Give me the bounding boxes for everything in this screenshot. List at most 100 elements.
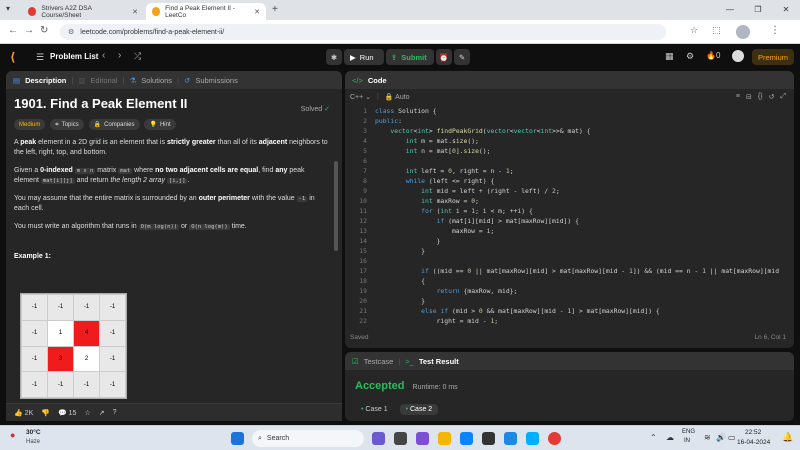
weather-alert-icon[interactable]: ● — [10, 430, 15, 440]
debug-button[interactable]: ✱ — [326, 49, 342, 65]
clock-time[interactable]: 22:52 — [745, 429, 761, 436]
bookmark-icon[interactable]: ⊟ — [746, 93, 752, 101]
submit-button[interactable]: ⇪ Submit — [386, 49, 434, 65]
close-icon[interactable]: ✕ — [132, 8, 138, 16]
close-icon[interactable]: ✕ — [254, 8, 260, 16]
code-line[interactable]: right = mid - 1; — [375, 317, 499, 325]
description-scrollbar[interactable] — [334, 161, 338, 251]
file-explorer-icon[interactable] — [438, 432, 451, 445]
favorite-star-icon[interactable]: ☆ — [84, 409, 90, 417]
tab-solutions[interactable]: Solutions — [141, 76, 172, 85]
code-line[interactable]: else if (mid > 0 && mat[maxRow][mid - 1]… — [375, 307, 660, 315]
vscode-icon[interactable] — [526, 432, 539, 445]
code-line[interactable]: maxRow = i; — [375, 227, 494, 235]
braces-icon[interactable]: {} — [758, 93, 763, 101]
code-line[interactable]: int maxRow = 0; — [375, 197, 479, 205]
tab-description[interactable]: Description — [25, 76, 66, 85]
leetcode-logo[interactable]: ⟨ — [10, 50, 15, 64]
code-editor[interactable]: 1 class Solution {2 public: 3 vector<int> f… — [345, 107, 794, 329]
code-line[interactable]: int m = mat.size(); — [375, 137, 479, 145]
teams-icon[interactable] — [416, 432, 429, 445]
premium-button[interactable]: Premium — [752, 49, 794, 65]
next-problem-button[interactable]: › — [118, 50, 121, 61]
dislike-icon[interactable]: 👎 — [41, 409, 50, 417]
topics-chip[interactable]: ⌗ Topics — [50, 119, 84, 130]
case-2-button[interactable]: • Case 2 — [399, 404, 439, 415]
code-line[interactable]: } — [375, 297, 425, 305]
code-line[interactable]: class Solution { — [375, 107, 437, 115]
speaker-icon[interactable]: 🔊 — [716, 433, 726, 442]
reset-icon[interactable]: ↺ — [769, 93, 775, 101]
autocomplete-mode[interactable]: 🔒 Auto — [385, 93, 410, 101]
fullscreen-icon[interactable]: ⤢ — [780, 93, 786, 101]
clock-date[interactable]: 16-04-2024 — [737, 439, 770, 446]
task-view-icon[interactable] — [394, 432, 407, 445]
reload-button[interactable]: ↻ — [40, 25, 48, 36]
case-1-button[interactable]: • Case 1 — [355, 404, 394, 415]
like-button[interactable]: 👍 2K — [14, 409, 33, 417]
tab-editorial[interactable]: Editorial — [90, 76, 117, 85]
tab-testcase[interactable]: Testcase — [364, 357, 394, 366]
cloud-icon[interactable]: ☁ — [666, 433, 674, 442]
bookmark-star-icon[interactable]: ☆ — [690, 25, 698, 36]
browser-tab-leetcode[interactable]: Find a Peak Element II - LeetCo ✕ — [146, 3, 266, 20]
code-line[interactable]: if (mat[i][mid] > mat[maxRow][mid]) { — [375, 217, 579, 225]
edge-icon[interactable] — [460, 432, 473, 445]
tray-chevron-icon[interactable]: ⌃ — [650, 433, 657, 442]
tab-search-icon[interactable]: ▾ — [6, 4, 10, 13]
browser-tab-strivers[interactable]: Strivers A2Z DSA Course/Sheet ✕ — [22, 3, 144, 20]
code-line[interactable]: while (left <= right) { — [375, 177, 495, 185]
battery-icon[interactable]: ▭ — [728, 433, 736, 442]
layout-grid-icon[interactable]: ▦ — [665, 51, 674, 62]
comments-button[interactable]: 💬 15 — [58, 409, 76, 417]
prev-problem-button[interactable]: ‹ — [102, 50, 105, 61]
code-line[interactable]: return {maxRow, mid}; — [375, 287, 518, 295]
notes-button[interactable]: ✎ — [454, 49, 470, 65]
companies-chip[interactable]: 🔒 Companies — [88, 119, 140, 130]
code-line[interactable]: public: — [375, 117, 402, 125]
app-icon[interactable] — [504, 432, 517, 445]
settings-gear-icon[interactable]: ⚙ — [686, 51, 694, 62]
code-line[interactable]: int mid = left + (right - left) / 2; — [375, 187, 560, 195]
weather-desc[interactable]: Haze — [26, 439, 40, 445]
extensions-icon[interactable]: ⬚ — [712, 25, 721, 36]
code-line[interactable]: } — [375, 247, 425, 255]
problem-title[interactable]: 1901. Find a Peak Element II — [14, 97, 330, 110]
chrome-icon[interactable] — [548, 432, 561, 445]
problem-list-link[interactable]: Problem List — [50, 52, 98, 61]
shuffle-icon[interactable]: ⤮ — [134, 51, 141, 62]
region-code[interactable]: IN — [684, 438, 690, 444]
back-button[interactable]: ← — [8, 25, 18, 36]
wifi-icon[interactable]: ≋ — [704, 433, 711, 442]
maximize-button[interactable]: ❐ — [744, 0, 772, 20]
taskbar-search[interactable]: ⌕ Search — [252, 430, 364, 447]
notifications-icon[interactable]: 🔔 — [782, 432, 793, 443]
site-info-icon[interactable]: ⚙ — [68, 28, 74, 36]
code-line[interactable]: { — [375, 277, 425, 285]
copilot-icon[interactable] — [372, 432, 385, 445]
windows-start-icon[interactable] — [231, 432, 244, 445]
share-icon[interactable]: ↗ — [99, 409, 105, 417]
profile-avatar[interactable] — [736, 25, 750, 39]
forward-button[interactable]: → — [24, 25, 34, 36]
url-field[interactable]: ⚙ leetcode.com/problems/find-a-peak-elem… — [60, 24, 666, 40]
hint-chip[interactable]: 💡 Hint — [144, 119, 176, 130]
tab-test-result[interactable]: Test Result — [419, 357, 459, 366]
minimize-button[interactable]: — — [716, 0, 744, 20]
tab-submissions[interactable]: Submissions — [195, 76, 238, 85]
code-line[interactable]: vector<int> findPeakGrid(vector<vector<i… — [375, 127, 590, 135]
user-avatar[interactable] — [732, 50, 744, 62]
new-tab-button[interactable]: + — [272, 4, 278, 15]
code-line[interactable]: int left = 0, right = n - 1; — [375, 167, 514, 175]
run-button[interactable]: ▶ Run — [344, 49, 384, 65]
window-close-button[interactable]: ✕ — [772, 0, 800, 20]
streak-counter[interactable]: 🔥0 — [706, 51, 720, 60]
store-icon[interactable] — [482, 432, 495, 445]
timer-button[interactable]: ⏰ — [436, 49, 452, 65]
language-select[interactable]: C++ ⌄ — [350, 93, 371, 101]
weather-temp[interactable]: 30°C — [26, 429, 41, 436]
code-line[interactable]: if ((mid == 0 || mat[maxRow][mid] > mat[… — [375, 267, 779, 275]
code-line[interactable]: int n = mat[0].size(); — [375, 147, 491, 155]
code-line[interactable]: for (int i = 1; i < m; ++i) { — [375, 207, 533, 215]
code-line[interactable]: } — [375, 237, 441, 245]
